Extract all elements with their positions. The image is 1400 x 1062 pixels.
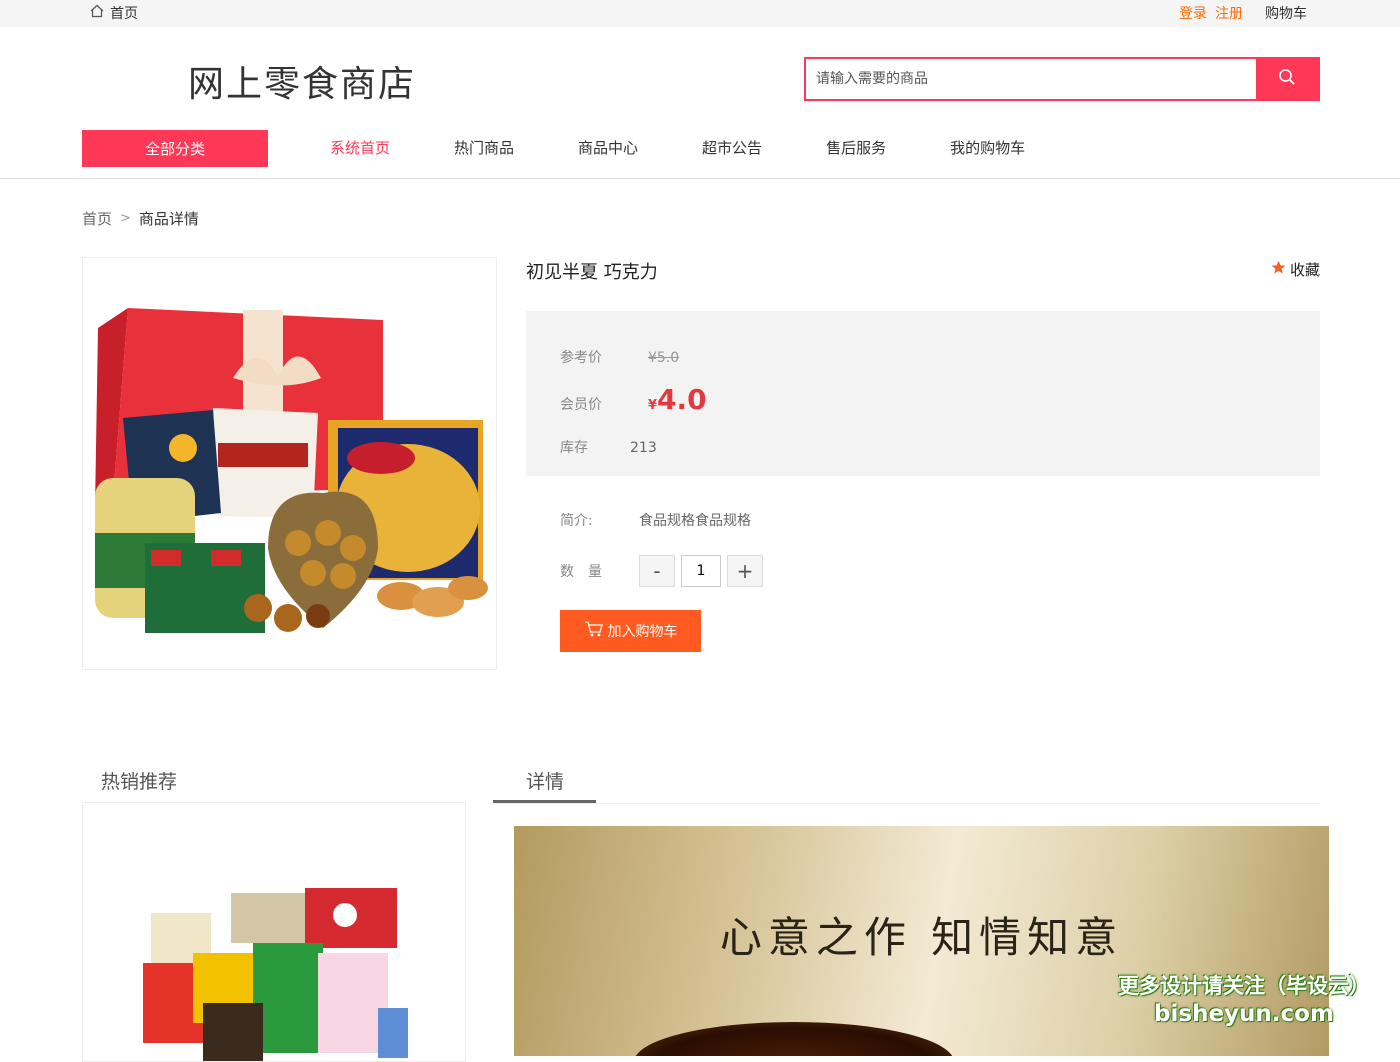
watermark: 更多设计请关注（毕设云） bisheyun.com: [1118, 972, 1370, 1028]
breadcrumb-separator: >: [120, 211, 131, 226]
search-input[interactable]: [806, 59, 1256, 99]
tab-detail[interactable]: 详情: [526, 767, 564, 794]
stock-value: 213: [630, 440, 657, 456]
member-price-label: 会员价: [560, 397, 602, 413]
add-to-cart-button[interactable]: 加入购物车: [560, 610, 701, 652]
hot-product-image: [143, 888, 408, 1061]
intro-text: 食品规格食品规格: [639, 513, 751, 529]
intro-label: 简介:: [560, 513, 593, 529]
add-to-cart-label: 加入购物车: [607, 624, 678, 640]
watermark-line1: 更多设计请关注（毕设云）: [1118, 974, 1370, 998]
top-cart-link[interactable]: 购物车: [1265, 3, 1307, 23]
nav-item-notices[interactable]: 超市公告: [670, 130, 794, 167]
detail-divider: [493, 803, 1320, 804]
top-user-links: 登录 注册 购物车: [1179, 3, 1307, 23]
nav-item-my-cart[interactable]: 我的购物车: [918, 130, 1057, 167]
watermark-line2: bisheyun.com: [1154, 1001, 1334, 1027]
favorite-button[interactable]: 收藏: [1271, 259, 1320, 280]
breadcrumb-home[interactable]: 首页: [82, 208, 112, 229]
login-link[interactable]: 登录: [1179, 3, 1207, 23]
product-title: 初见半夏 巧克力: [526, 262, 658, 283]
top-home-label: 首页: [110, 6, 138, 22]
main-nav: 系统首页 热门商品 商品中心 超市公告 售后服务 我的购物车: [298, 130, 1057, 167]
product-image: [82, 257, 497, 670]
nav-item-home[interactable]: 系统首页: [298, 130, 422, 167]
hot-section-title: 热销推荐: [101, 771, 178, 793]
ref-price-label: 参考价: [560, 350, 602, 366]
breadcrumb: 首页 > 商品详情: [82, 208, 199, 229]
ref-price-value: ¥5.0: [648, 350, 680, 366]
register-link[interactable]: 注册: [1215, 3, 1243, 23]
star-icon: [1271, 260, 1286, 279]
favorite-label: 收藏: [1289, 261, 1320, 279]
quantity-minus-button[interactable]: -: [639, 555, 675, 587]
breadcrumb-current: 商品详情: [138, 210, 199, 228]
home-icon: [90, 4, 104, 22]
search-button[interactable]: [1256, 59, 1318, 99]
site-logo[interactable]: 网上零食商店: [188, 55, 416, 107]
hot-product-card[interactable]: [82, 802, 466, 1062]
quantity-plus-button[interactable]: +: [727, 555, 763, 587]
member-price-currency: ¥: [648, 398, 658, 413]
top-bar: 首页 登录 注册 购物车: [0, 0, 1400, 27]
nav-item-hot[interactable]: 热门商品: [422, 130, 546, 167]
search-icon: [1278, 68, 1296, 90]
top-home-link[interactable]: 首页: [90, 3, 138, 23]
price-panel: 参考价 ¥5.0 会员价 ¥4.0 库存 213: [526, 311, 1320, 476]
cart-icon: [584, 620, 604, 642]
quantity-stepper: - +: [639, 555, 763, 587]
banner-slogan: 心意之作 知情知意: [719, 913, 1124, 962]
nav-item-products[interactable]: 商品中心: [546, 130, 670, 167]
search-bar: [804, 57, 1320, 101]
nav-divider: [0, 178, 1400, 179]
member-price: ¥4.0: [648, 383, 707, 416]
nav-item-service[interactable]: 售后服务: [794, 130, 918, 167]
member-price-value: 4.0: [657, 383, 707, 416]
quantity-label: 数 量: [560, 564, 602, 580]
stock-label: 库存: [560, 440, 588, 456]
quantity-input[interactable]: [681, 555, 721, 587]
all-categories-button[interactable]: 全部分类: [82, 130, 268, 167]
chocolate-bowl-image: [634, 1022, 954, 1056]
